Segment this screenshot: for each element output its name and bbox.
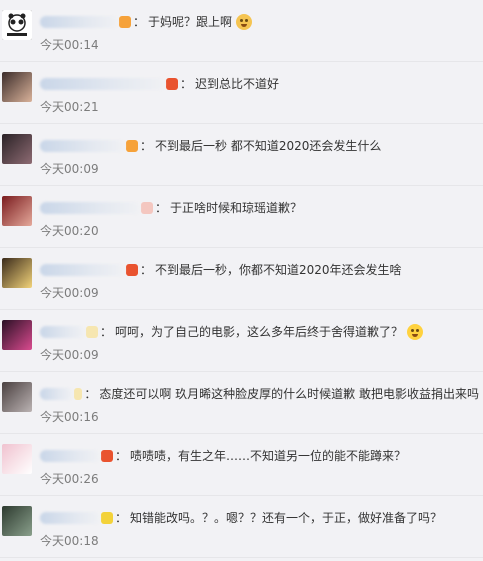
username-blurred[interactable] — [40, 78, 165, 90]
comment-item: ： 态度还可以啊 玖月晞这种脸皮厚的什么时候道歉 敢把电影收益捐出来吗 今天00… — [0, 372, 483, 434]
comment-text: 呵呵，为了自己的电影，这么多年后终于舍得道歉了？ — [115, 325, 404, 339]
comment-time: 今天00:18 — [40, 534, 99, 548]
avatar[interactable] — [2, 382, 32, 412]
comment-text: 不到最后一秒 都不知道2020还会发生什么 — [155, 139, 382, 153]
user-badge-icon — [73, 388, 83, 400]
colon-separator: ： — [140, 263, 153, 277]
user-badge-icon — [101, 450, 113, 462]
comment-text: 不到最后一秒，你都不知道2020年还会发生啥 — [155, 263, 402, 277]
grin-emoji-icon — [407, 324, 424, 340]
colon-separator: ： — [84, 387, 97, 401]
avatar[interactable] — [2, 196, 32, 226]
username-blurred[interactable] — [40, 202, 140, 214]
panda-avatar-icon — [2, 10, 32, 40]
comment-text: 于妈呢？跟上啊 — [148, 15, 233, 29]
comment-time: 今天00:26 — [40, 472, 99, 486]
user-badge-icon — [119, 16, 131, 28]
username-blurred[interactable] — [40, 16, 118, 28]
comment-item: ： 不到最后一秒 都不知道2020还会发生什么 今天00:09 — [0, 124, 483, 186]
user-badge-icon — [126, 264, 138, 276]
comment-item: ： 于妈呢？跟上啊 今天00:14 — [0, 0, 483, 62]
user-badge-icon — [126, 140, 138, 152]
username-blurred[interactable] — [40, 388, 73, 400]
avatar[interactable] — [2, 10, 32, 40]
comment-time: 今天00:20 — [40, 224, 99, 238]
comment-item: ： 于正啥时候和琼瑶道歉？ 今天00:20 — [0, 186, 483, 248]
comment-text: 于正啥时候和琼瑶道歉？ — [170, 201, 303, 215]
comment-text: 态度还可以啊 玖月晞这种脸皮厚的什么时候道歉 敢把电影收益捐出来吗 — [99, 387, 479, 401]
comment-item: ： 知错能改吗。？。嗯？？还有一个，于正，做好准备了吗？ 今天00:18 — [0, 496, 483, 558]
colon-separator: ： — [180, 77, 193, 91]
user-badge-icon — [141, 202, 153, 214]
comment-time: 今天00:09 — [40, 286, 99, 300]
comment-text: 知错能改吗。？。嗯？？还有一个，于正，做好准备了吗？ — [130, 511, 443, 525]
comment-item: ： 啧啧啧，有生之年……不知道另一位的能不能蹲来？ 今天00:26 — [0, 434, 483, 496]
avatar[interactable] — [2, 258, 32, 288]
colon-separator: ： — [115, 511, 128, 525]
user-badge-icon — [86, 326, 98, 338]
comment-time: 今天00:21 — [40, 100, 99, 114]
username-blurred[interactable] — [40, 326, 85, 338]
comment-item: ： 迟到总比不道好 今天00:21 — [0, 62, 483, 124]
avatar[interactable] — [2, 72, 32, 102]
username-blurred[interactable] — [40, 450, 100, 462]
avatar[interactable] — [2, 134, 32, 164]
colon-separator: ： — [140, 139, 153, 153]
avatar[interactable] — [2, 320, 32, 350]
colon-separator: ： — [155, 201, 168, 215]
comment-time: 今天00:14 — [40, 38, 99, 52]
comment-list: ： 于妈呢？跟上啊 今天00:14 ： 迟到总比不道好 今天00:21 ： 不到… — [0, 0, 483, 561]
comment-item: ： 不到最后一秒，你都不知道2020年还会发生啥 今天00:09 — [0, 248, 483, 310]
avatar[interactable] — [2, 444, 32, 474]
colon-separator: ： — [115, 449, 128, 463]
comment-text: 迟到总比不道好 — [195, 77, 280, 91]
dog-emoji-icon — [236, 14, 253, 30]
username-blurred[interactable] — [40, 512, 100, 524]
comment-time: 今天00:09 — [40, 162, 99, 176]
avatar[interactable] — [2, 506, 32, 536]
comment-time: 今天00:16 — [40, 410, 99, 424]
user-badge-icon — [166, 78, 178, 90]
colon-separator: ： — [100, 325, 113, 339]
username-blurred[interactable] — [40, 140, 125, 152]
comment-text: 啧啧啧，有生之年……不知道另一位的能不能蹲来？ — [130, 449, 407, 463]
user-badge-icon — [101, 512, 113, 524]
username-blurred[interactable] — [40, 264, 125, 276]
colon-separator: ： — [133, 15, 146, 29]
comment-item: ： 呵呵，为了自己的电影，这么多年后终于舍得道歉了？ 今天00:09 — [0, 310, 483, 372]
comment-time: 今天00:09 — [40, 348, 99, 362]
